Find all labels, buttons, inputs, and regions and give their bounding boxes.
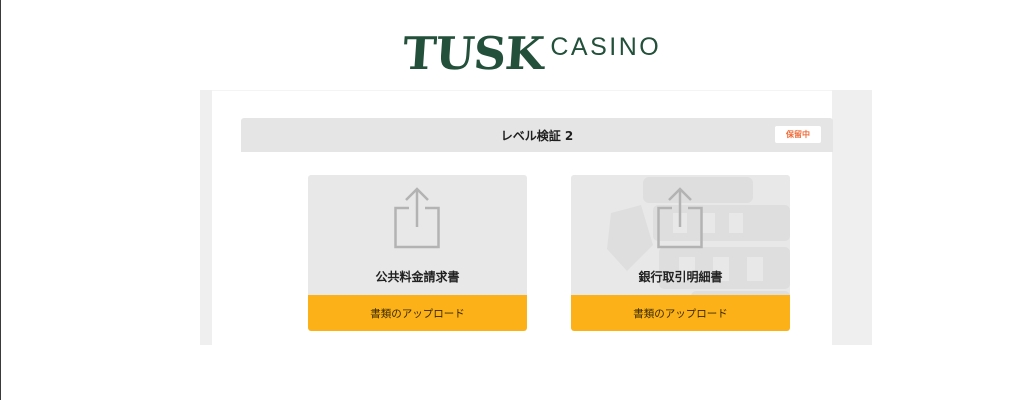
document-title: 銀行取引明細書	[638, 270, 723, 284]
window-edge	[0, 0, 1, 400]
verification-content: レベル検証 2 保留中 公共料金請求書 書類のアップロード 銀行取引明細書 書類…	[212, 90, 833, 346]
logo-secondary-text: CASINO	[550, 33, 662, 61]
upload-document-button[interactable]: 書類のアップロード	[571, 295, 790, 331]
document-card-bank-statement: 銀行取引明細書 書類のアップロード	[571, 175, 790, 331]
brand-logo[interactable]: TUSK CASINO	[401, 26, 662, 80]
verification-panel: レベル検証 2 保留中 公共料金請求書 書類のアップロード 銀行取引明細書 書類…	[200, 90, 872, 346]
status-badge: 保留中	[775, 126, 821, 143]
upload-document-button[interactable]: 書類のアップロード	[308, 295, 527, 331]
document-title: 公共料金請求書	[375, 270, 460, 284]
logo-primary-text: TUSK	[401, 27, 546, 80]
upload-icon	[394, 187, 440, 249]
upload-icon	[657, 187, 703, 249]
level-header: レベル検証 2 保留中	[241, 118, 833, 152]
level-title: レベル検証 2	[500, 128, 574, 143]
document-card-utility-bill: 公共料金請求書 書類のアップロード	[308, 175, 527, 331]
